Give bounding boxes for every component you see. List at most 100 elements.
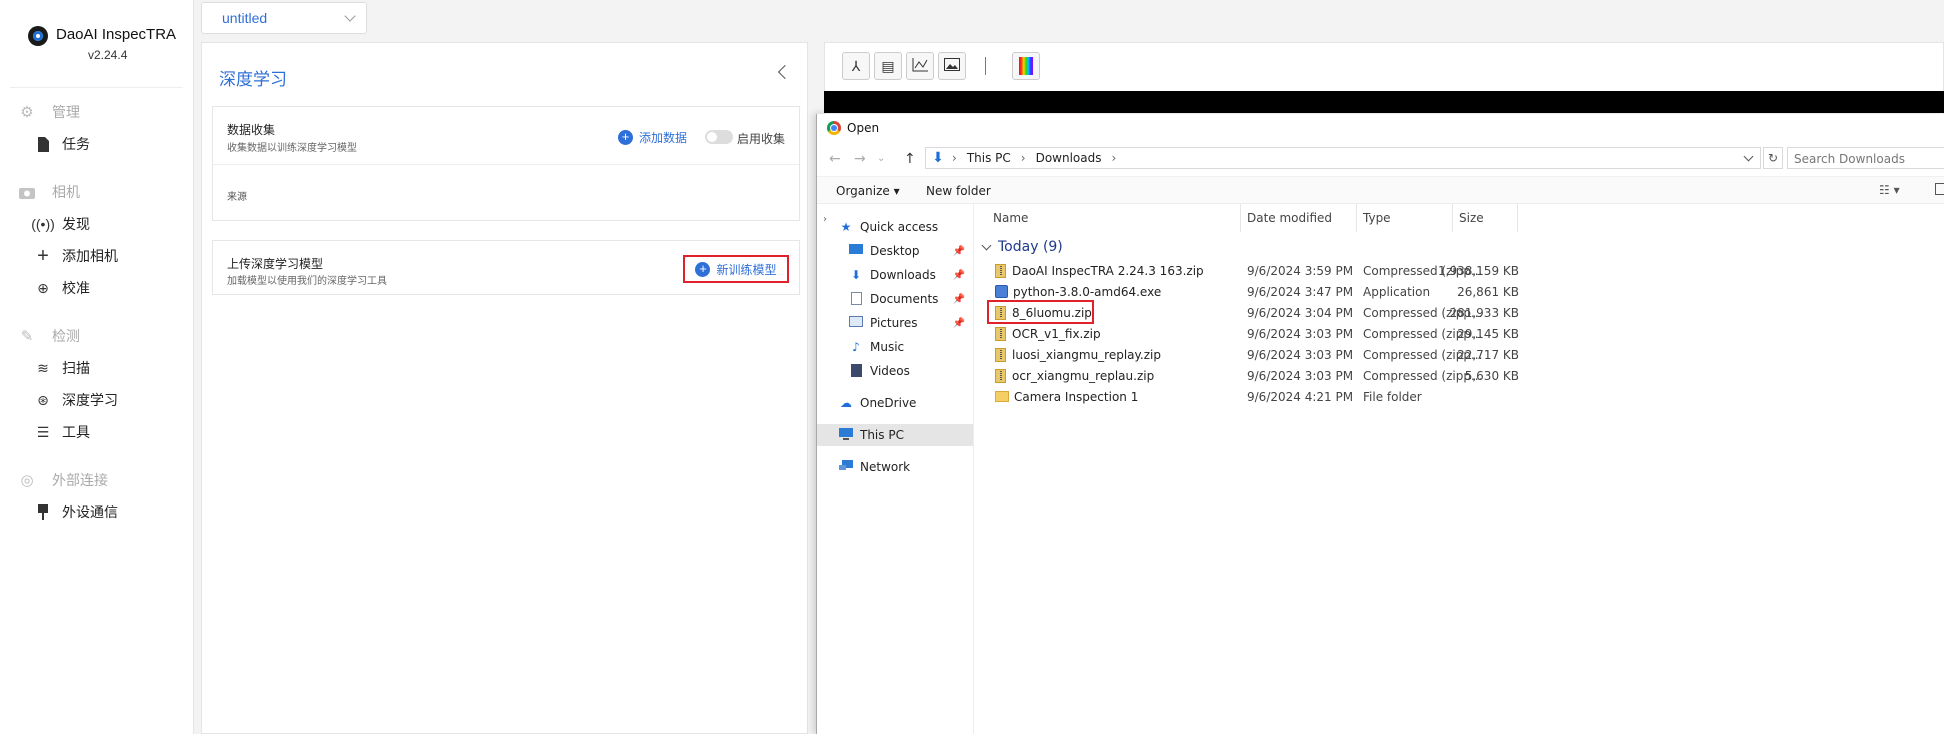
column-date[interactable]: Date modified [1247, 204, 1332, 232]
file-name: python-3.8.0-amd64.exe [995, 285, 1161, 299]
search-input[interactable]: Search Downloads [1787, 147, 1944, 169]
recent-chevron-icon[interactable]: ⌄ [877, 153, 885, 164]
up-arrow-icon[interactable]: ↑ [904, 151, 916, 167]
file-row[interactable]: python-3.8.0-amd64.exe 9/6/2024 3:47 PM … [975, 281, 1944, 302]
forward-arrow-icon[interactable]: → [854, 151, 866, 167]
file-row[interactable]: Camera Inspection 1 9/6/2024 4:21 PM Fil… [975, 386, 1944, 407]
address-box[interactable]: ⬇ › This PC › Downloads › [925, 147, 1761, 169]
colormap-icon[interactable] [1012, 52, 1040, 80]
file-row[interactable]: luosi_xiangmu_replay.zip 9/6/2024 3:03 P… [975, 344, 1944, 365]
open-file-dialog: Open ← → ⌄ ↑ ⬇ › This PC › Downloads › ↻… [816, 114, 1944, 734]
column-divider[interactable] [1517, 204, 1518, 232]
nav-head-inspect: ✎ 检测 [0, 320, 193, 352]
file-name-text: python-3.8.0-amd64.exe [1013, 284, 1162, 299]
nav-music[interactable]: ♪ Music [817, 336, 973, 358]
scan-icon: ≋ [37, 359, 49, 376]
refresh-button[interactable]: ↻ [1763, 147, 1783, 169]
file-row[interactable]: 8_6luomu.zip 9/6/2024 3:04 PM Compressed… [975, 302, 1944, 323]
card-subtitle: 加载模型以使用我们的深度学习工具 [227, 276, 387, 287]
column-divider[interactable] [1452, 204, 1453, 232]
card-subtitle: 收集数据以训练深度学习模型 [227, 143, 357, 154]
nav-this-pc[interactable]: This PC [817, 424, 973, 446]
zip-file-icon [995, 326, 1006, 341]
file-size: 281,933 KB [1449, 305, 1519, 320]
pin-icon[interactable]: 📌 [953, 270, 965, 281]
nav-label: This PC [860, 428, 904, 442]
star-icon: ★ [840, 220, 852, 234]
chart-tool-button[interactable] [906, 52, 934, 80]
back-arrow-icon[interactable]: ← [829, 151, 841, 167]
nav-videos[interactable]: Videos [817, 360, 973, 382]
view-options-icon[interactable]: ☷ ▾ [1879, 183, 1900, 197]
enable-collection-toggle[interactable] [705, 130, 733, 144]
gear-icon: ⚙ [20, 104, 34, 121]
list-icon: ▤ [881, 57, 895, 74]
card-title: 数据收集 [227, 123, 276, 137]
file-date: 9/6/2024 3:04 PM [1247, 305, 1354, 320]
sidebar-item-label: 扫描 [62, 360, 90, 376]
column-divider[interactable] [1356, 204, 1357, 232]
file-row[interactable]: OCR_v1_fix.zip 9/6/2024 3:03 PM Compress… [975, 323, 1944, 344]
nav-pictures[interactable]: Pictures 📌 [817, 312, 973, 334]
file-row[interactable]: ocr_xiangmu_replau.zip 9/6/2024 3:03 PM … [975, 365, 1944, 386]
broadcast-icon: ((•)) [31, 216, 55, 232]
zip-file-icon [995, 263, 1006, 278]
exe-file-icon [995, 285, 1008, 298]
nav-quick-access[interactable]: ★ Quick access [817, 216, 973, 238]
column-type[interactable]: Type [1363, 204, 1391, 232]
file-size: 26,861 KB [1457, 284, 1519, 299]
panel-title: 深度学习 [219, 70, 287, 89]
pose-tool-button[interactable]: ⅄ [842, 52, 870, 80]
column-name[interactable]: Name [993, 204, 1028, 232]
documents-icon [849, 292, 863, 306]
camera-icon [18, 183, 36, 201]
column-size[interactable]: Size [1459, 204, 1484, 232]
file-name: OCR_v1_fix.zip [995, 326, 1101, 341]
new-model-label: 新训练模型 [716, 262, 777, 277]
desktop-icon [849, 244, 863, 258]
list-tool-button[interactable]: ▤ [874, 52, 902, 80]
download-icon: ⬇ [850, 268, 862, 282]
nav-network[interactable]: Network [817, 456, 973, 478]
project-select[interactable]: untitled [201, 2, 367, 34]
zip-file-icon [995, 368, 1006, 383]
network-drive-icon [839, 460, 853, 474]
music-icon: ♪ [852, 340, 860, 354]
nav-onedrive[interactable]: ☁ OneDrive [817, 392, 973, 414]
download-icon: ⬇ [932, 150, 944, 166]
column-divider[interactable] [1240, 204, 1241, 232]
image-canvas [824, 91, 1944, 113]
file-name: luosi_xiangmu_replay.zip [995, 347, 1161, 362]
nav-documents[interactable]: Documents 📌 [817, 288, 973, 310]
sidebar-item-add-camera[interactable]: + 添加相机 [0, 240, 193, 272]
collapse-chevron-icon[interactable] [777, 64, 793, 80]
organize-button[interactable]: Organize ▾ [836, 184, 900, 198]
nav-downloads[interactable]: ⬇ Downloads 📌 [817, 264, 973, 286]
add-data-button[interactable]: + 添加数据 [617, 129, 687, 146]
sidebar-item-calibrate[interactable]: ⊕ 校准 [0, 272, 193, 304]
preview-pane-icon[interactable] [1935, 183, 1944, 195]
sidebar-item-tasks[interactable]: 任务 [0, 128, 193, 160]
tools-icon: ✎ [20, 328, 34, 345]
breadcrumb-this-pc[interactable]: This PC [967, 151, 1011, 165]
group-header-today[interactable]: Today (9) [981, 239, 1063, 255]
new-folder-button[interactable]: New folder [926, 184, 991, 198]
breadcrumb-separator: › [952, 151, 957, 165]
pin-icon[interactable]: 📌 [953, 246, 965, 257]
new-trained-model-button[interactable]: + 新训练模型 [683, 255, 789, 283]
pin-icon[interactable]: 📌 [953, 318, 965, 329]
sidebar-item-deep-learning[interactable]: ⊛ 深度学习 [0, 384, 193, 416]
dialog-titlebar: Open [817, 114, 1944, 142]
command-bar: Organize ▾ New folder ☷ ▾ [817, 176, 1944, 204]
file-row[interactable]: DaoAI InspecTRA 2.24.3 163.zip 9/6/2024 … [975, 260, 1944, 281]
refresh-icon: ↻ [1767, 151, 1779, 165]
sidebar-item-tools[interactable]: ☰ 工具 [0, 416, 193, 448]
breadcrumb-downloads[interactable]: Downloads [1036, 151, 1102, 165]
image-tool-button[interactable] [938, 52, 966, 80]
sidebar-item-discover[interactable]: ((•)) 发现 [0, 208, 193, 240]
sidebar-item-peripheral[interactable]: 外设通信 [0, 496, 193, 528]
nav-desktop[interactable]: Desktop 📌 [817, 240, 973, 262]
chevron-down-icon[interactable] [1743, 151, 1754, 162]
sidebar-item-scan[interactable]: ≋ 扫描 [0, 352, 193, 384]
pin-icon[interactable]: 📌 [953, 294, 965, 305]
